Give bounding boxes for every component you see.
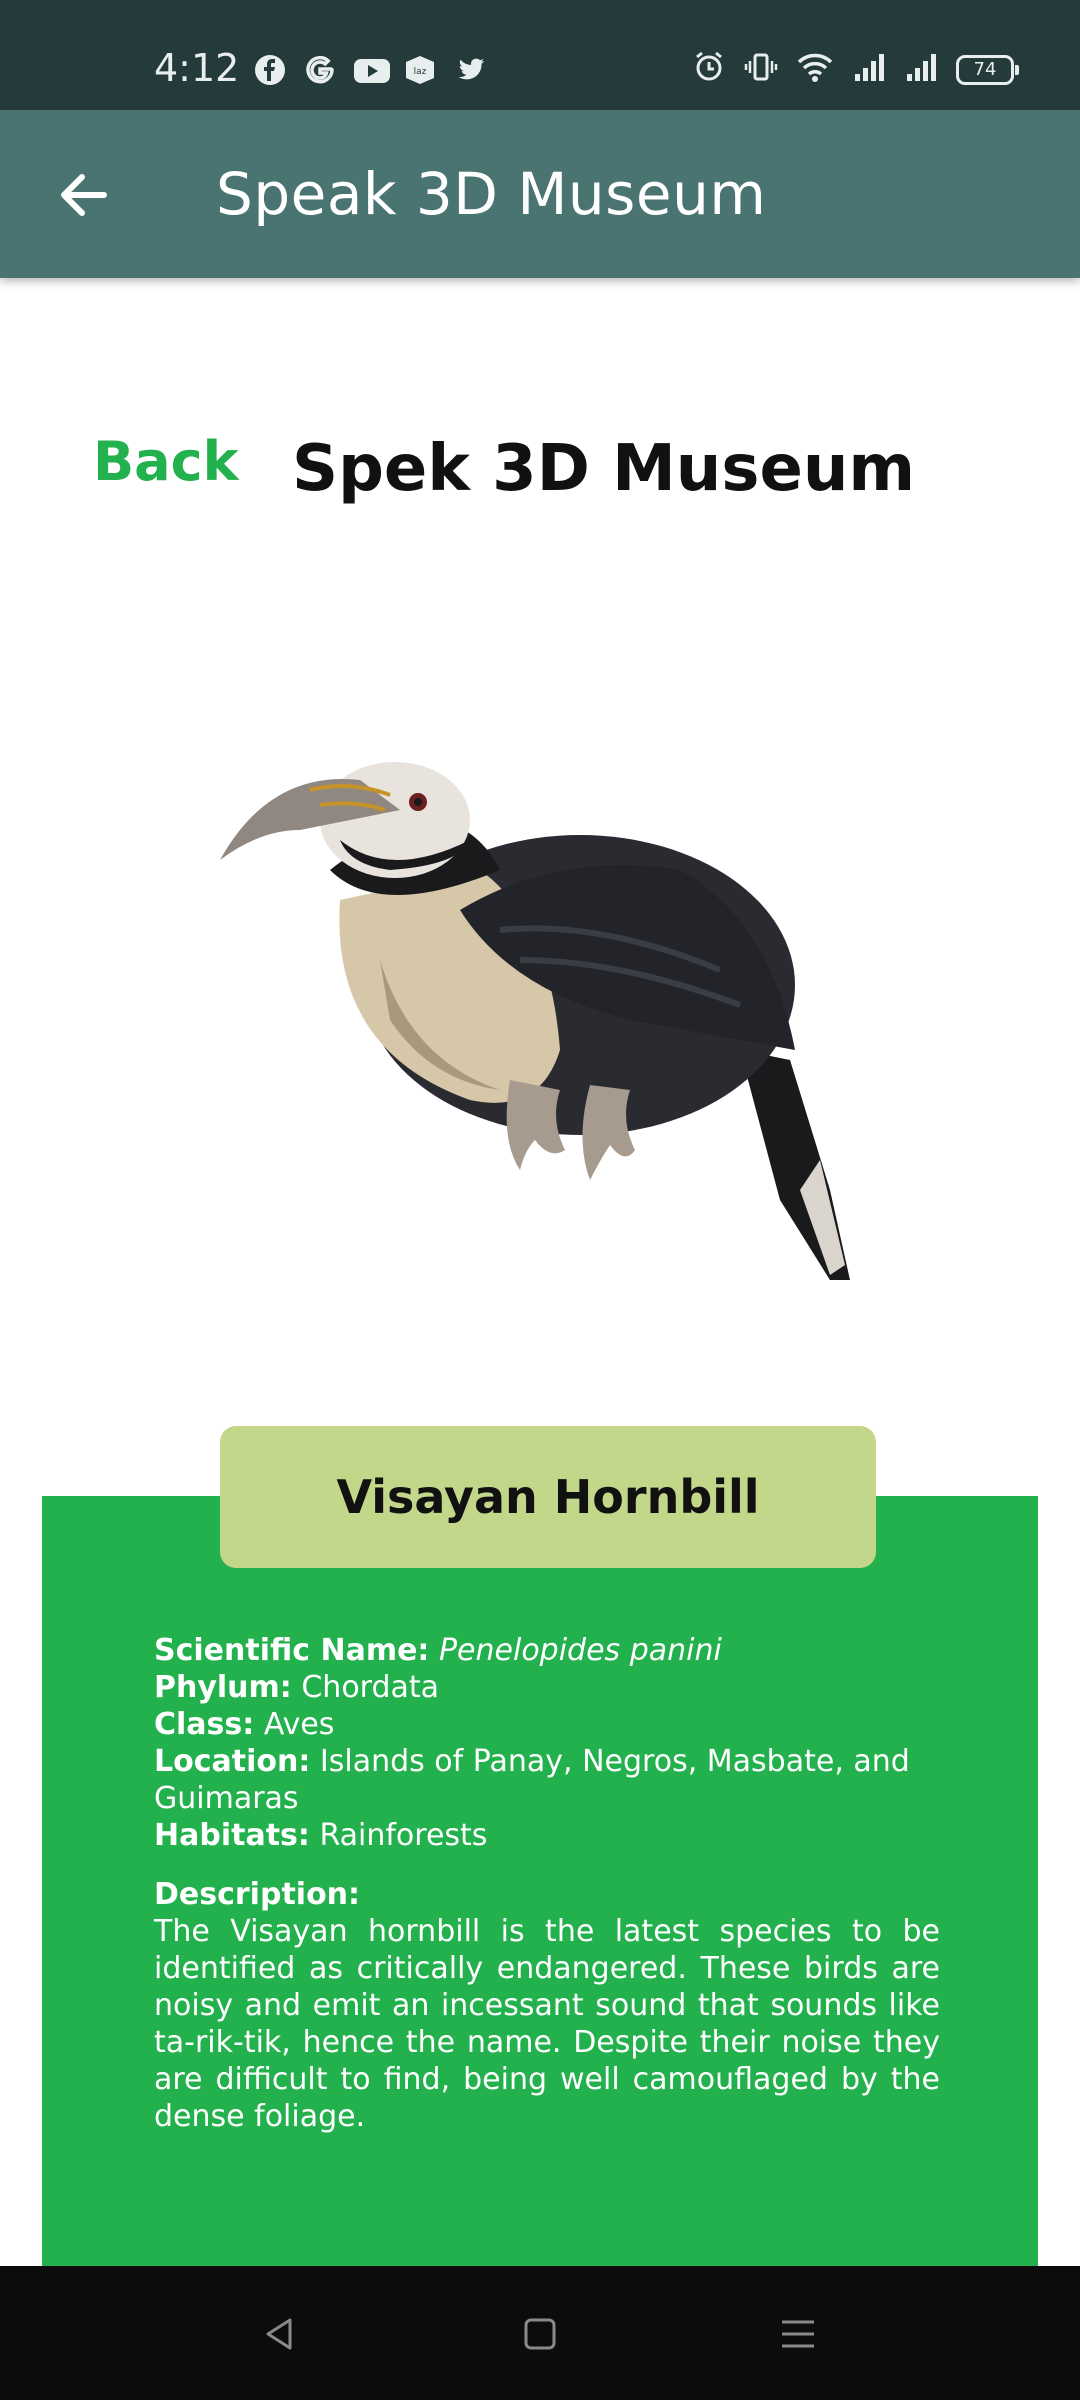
system-nav-bar: [0, 2266, 1080, 2400]
specimen-name: Visayan Hornbill: [336, 1470, 760, 1524]
svg-text:laz: laz: [414, 67, 427, 77]
vibrate-icon: [744, 50, 778, 89]
app-bar: Speak 3D Museum: [0, 110, 1080, 278]
phylum-value: Chordata: [301, 1670, 440, 1705]
signal-icon: [904, 50, 938, 89]
arrow-left-icon: [61, 174, 107, 216]
location-label: Location:: [154, 1744, 311, 1779]
description-block: Description: The Visayan hornbill is the…: [154, 1876, 940, 2135]
youtube-icon: [352, 52, 390, 88]
habitats-row: Habitats: Rainforests: [154, 1817, 940, 1854]
phylum-row: Phylum: Chordata: [154, 1669, 940, 1706]
3d-model-viewer[interactable]: [180, 720, 900, 1320]
google-icon: [302, 52, 338, 88]
status-app-icons: laz: [252, 52, 488, 88]
twitter-icon: [452, 52, 488, 88]
back-triangle-icon: [266, 2318, 292, 2350]
nav-menu-button[interactable]: [770, 2306, 826, 2362]
specimen-name-badge: Visayan Hornbill: [220, 1426, 876, 1568]
class-row: Class: Aves: [154, 1706, 940, 1743]
class-value: Aves: [263, 1707, 335, 1742]
scientific-name-label: Scientific Name:: [154, 1633, 430, 1668]
page-header: Back Spek 3D Museum: [0, 418, 1080, 518]
status-time: 4:12: [154, 46, 240, 90]
phylum-label: Phylum:: [154, 1670, 292, 1705]
status-bar: 4:12 laz 74: [0, 0, 1080, 110]
wifi-icon: [796, 50, 834, 89]
class-label: Class:: [154, 1707, 255, 1742]
back-button[interactable]: Back: [93, 430, 239, 493]
status-system-icons: 74: [692, 50, 1019, 89]
description-text: The Visayan hornbill is the latest speci…: [154, 1914, 940, 2134]
description-label: Description:: [154, 1877, 361, 1912]
menu-lines-icon: [782, 2320, 814, 2348]
location-row: Location: Islands of Panay, Negros, Masb…: [154, 1743, 940, 1817]
scientific-name-row: Scientific Name: Penelopides panini: [154, 1632, 940, 1669]
signal-icon: [852, 50, 886, 89]
alarm-icon: [692, 50, 726, 89]
home-square-icon: [524, 2318, 556, 2350]
habitats-label: Habitats:: [154, 1818, 310, 1853]
facebook-icon: [252, 52, 288, 88]
bird-feet: [506, 1080, 565, 1170]
lazada-icon: laz: [402, 52, 438, 88]
nav-home-button[interactable]: [512, 2306, 568, 2362]
scientific-name-value: Penelopides panini: [438, 1633, 722, 1668]
app-bar-title: Speak 3D Museum: [216, 160, 767, 228]
battery-indicator: 74: [956, 54, 1019, 85]
app-bar-back-button[interactable]: [50, 162, 116, 228]
nav-back-button[interactable]: [252, 2306, 308, 2362]
specimen-details: Scientific Name: Penelopides panini Phyl…: [154, 1632, 940, 2135]
habitats-value: Rainforests: [319, 1818, 488, 1853]
hornbill-model-image: [220, 762, 850, 1280]
page-title: Spek 3D Museum: [292, 432, 916, 506]
